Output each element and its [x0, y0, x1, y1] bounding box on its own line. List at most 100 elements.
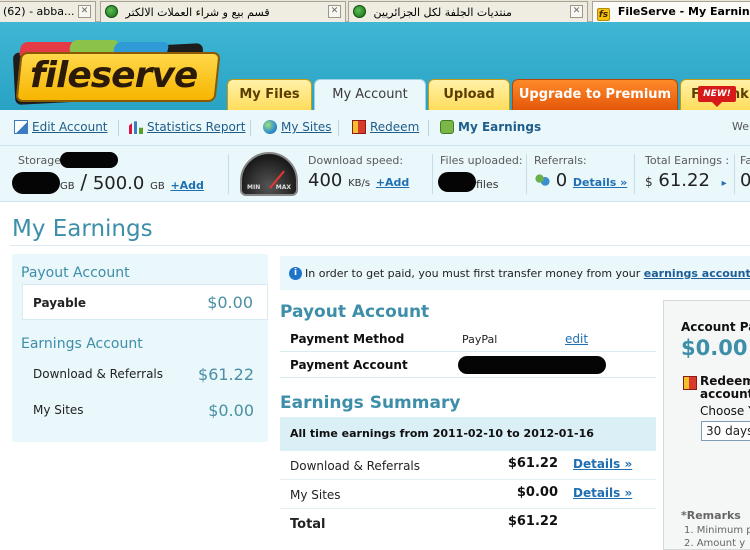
- site-header: fileserve My Files My Account Upload Upg…: [0, 22, 750, 110]
- fileserve-favicon-icon: fs: [597, 8, 610, 21]
- choose-label: Choose Y: [700, 404, 750, 418]
- browser-tab[interactable]: (62) - abba... ✕: [0, 1, 96, 22]
- forum-favicon-icon: [353, 5, 366, 18]
- summary-value: $61.22: [507, 456, 558, 471]
- summary-total-value: $61.22: [507, 514, 558, 529]
- close-icon[interactable]: ✕: [570, 5, 583, 18]
- sidebar-mysites-value: $0.00: [208, 401, 254, 420]
- account-stats-bar: Storage: GB / 500.0 GB +Add MIN MAX Down…: [0, 146, 750, 202]
- summary-label: My Sites: [290, 488, 341, 502]
- payment-account-label: Payment Account: [290, 358, 408, 372]
- browser-tab[interactable]: قسم بيع و شراء العملات الالكتر ✕: [100, 1, 346, 22]
- earnings-range: All time earnings from 2011-02-10 to 201…: [280, 417, 656, 451]
- add-speed-link[interactable]: +Add: [376, 176, 409, 189]
- files-unit: files: [476, 178, 499, 191]
- edit-account-link[interactable]: Edit Account: [14, 120, 108, 134]
- browser-tab-title: قسم بيع و شراء العملات الالكتر: [125, 6, 270, 19]
- payment-method-row: Payment Method PayPal edit: [280, 326, 656, 352]
- payable-label: Payable: [33, 296, 86, 310]
- summary-row: My Sites $0.00 Details »: [280, 480, 656, 509]
- summary-row: Download & Referrals $61.22 Details »: [280, 451, 656, 480]
- close-icon[interactable]: ✕: [78, 5, 91, 18]
- browser-tab-title: منتديات الجلفة لكل الجزائريين: [373, 6, 512, 19]
- summary-details-link[interactable]: Details »: [573, 457, 632, 471]
- statistics-report-link[interactable]: Statistics Report: [129, 120, 245, 134]
- speedometer-icon: MIN MAX: [240, 152, 298, 196]
- payout-account-heading: Payout Account: [280, 302, 430, 322]
- redeem-heading-line2: account: [700, 387, 750, 401]
- payment-account-row: Payment Account: [280, 352, 656, 378]
- payment-method-label: Payment Method: [290, 332, 405, 346]
- download-speed-value: 400 KB/s +Add: [308, 170, 410, 191]
- tab-upload[interactable]: Upload: [428, 79, 510, 110]
- panel-amount: $0.00: [681, 336, 748, 360]
- browser-tab-title: FileServe - My Earnings: [617, 5, 750, 18]
- summary-details-link[interactable]: Details »: [573, 486, 632, 500]
- sidebar-payout-heading: Payout Account: [21, 265, 130, 281]
- my-earnings-link[interactable]: My Earnings: [440, 120, 541, 134]
- close-icon[interactable]: ✕: [328, 5, 341, 18]
- summary-value: $0.00: [516, 485, 558, 500]
- arrow-right-icon[interactable]: ▸: [722, 178, 727, 189]
- files-uploaded-label: Files uploaded:: [440, 154, 523, 167]
- redacted-files-count: [438, 172, 476, 192]
- new-badge: NEW!: [698, 86, 736, 107]
- earnings-account-link[interactable]: earnings account: [644, 267, 750, 280]
- redacted-storage-name: [60, 152, 118, 168]
- summary-total-row: Total $61.22: [280, 509, 656, 538]
- gift-icon: [352, 120, 366, 134]
- remarks-heading: *Remarks: [681, 509, 741, 522]
- total-earnings-value: $ 61.22 ▸: [645, 170, 727, 191]
- payment-method-value: PayPal: [462, 333, 498, 346]
- globe-icon: [263, 120, 277, 134]
- sidebar-downloads-value: $61.22: [198, 365, 254, 384]
- remark-item: 1. Minimum p: [684, 525, 750, 536]
- redacted-payment-account: [458, 356, 606, 374]
- my-sites-link[interactable]: My Sites: [263, 120, 332, 134]
- account-payout-panel: Account Pa $0.00 Redeem account Choose Y…: [663, 300, 750, 550]
- money-icon: [440, 120, 454, 134]
- bar-chart-icon: [129, 121, 143, 134]
- browser-tab[interactable]: منتديات الجلفة لكل الجزائريين ✕: [348, 1, 588, 22]
- fileserve-logo[interactable]: fileserve: [12, 38, 226, 105]
- browser-tab-title: (62) - abba...: [3, 5, 75, 18]
- redacted-storage-used: [12, 172, 60, 194]
- info-banner: i In order to get paid, you must first t…: [280, 256, 750, 290]
- logo-text: fileserve: [30, 55, 198, 96]
- tab-my-files[interactable]: My Files: [227, 79, 312, 110]
- summary-label: Download & Referrals: [290, 459, 421, 473]
- info-icon: i: [289, 267, 302, 280]
- sidebar-earnings-heading: Earnings Account: [21, 336, 143, 352]
- total-earnings-label: Total Earnings :: [645, 154, 730, 167]
- redeem-heading-line1: Redeem: [700, 374, 750, 388]
- referrals-icon: [534, 173, 550, 187]
- next-stat-value: 0: [740, 170, 750, 191]
- download-speed-label: Download speed:: [308, 154, 404, 167]
- panel-title: Account Pa: [681, 320, 750, 334]
- edit-icon: [14, 120, 28, 134]
- referrals-label: Referrals:: [534, 154, 587, 167]
- page-title: My Earnings: [12, 216, 153, 242]
- forum-favicon-icon: [105, 5, 118, 18]
- storage-value: GB / 500.0 GB +Add: [60, 170, 204, 194]
- referrals-details-link[interactable]: Details »: [573, 176, 627, 189]
- redeem-link[interactable]: Redeem: [352, 120, 419, 134]
- period-select[interactable]: 30 days: [701, 421, 750, 441]
- tab-upgrade-premium[interactable]: Upgrade to Premium: [512, 79, 678, 110]
- storage-label: Storage:: [18, 154, 65, 167]
- summary-total-label: Total: [290, 517, 326, 532]
- earnings-sidebar: Payout Account Payable $0.00 Earnings Ac…: [12, 254, 268, 442]
- welcome-text: Wel: [732, 120, 750, 133]
- earnings-summary-heading: Earnings Summary: [280, 393, 461, 413]
- account-subnav: Edit Account Statistics Report My Sites …: [0, 110, 750, 146]
- next-stat-label: Fa: [740, 154, 750, 167]
- add-storage-link[interactable]: +Add: [170, 179, 203, 192]
- browser-tab-active[interactable]: fs FileServe - My Earnings: [592, 1, 750, 22]
- sidebar-mysites-label: My Sites: [33, 403, 84, 417]
- remark-item: 2. Amount y: [684, 538, 746, 549]
- sidebar-downloads-label: Download & Referrals: [33, 367, 164, 381]
- payable-value: $0.00: [207, 293, 253, 312]
- tab-my-account[interactable]: My Account: [314, 79, 426, 110]
- gift-icon: [683, 376, 697, 390]
- edit-payment-link[interactable]: edit: [565, 332, 588, 346]
